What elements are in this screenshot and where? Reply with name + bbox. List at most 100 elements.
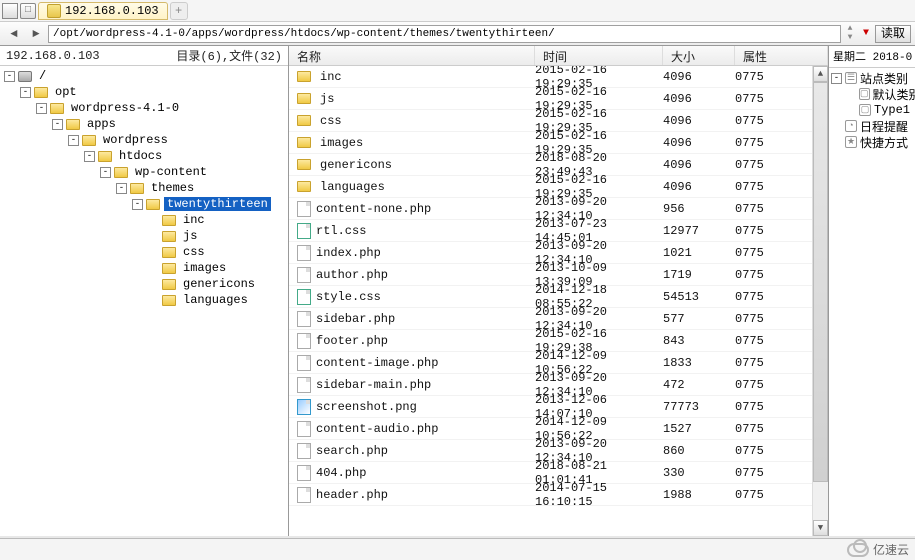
col-time[interactable]: 时间 <box>535 46 663 65</box>
vertical-scrollbar[interactable]: ▲ ▼ <box>812 66 828 536</box>
tree-node[interactable]: -/ <box>0 68 288 84</box>
file-name: content-audio.php <box>316 422 438 436</box>
folder-icon <box>297 137 311 148</box>
tree-toggle-icon[interactable]: - <box>116 183 127 194</box>
tree-label[interactable]: css <box>180 245 208 259</box>
tree-toggle-icon[interactable] <box>148 279 159 290</box>
file-icon <box>297 245 311 261</box>
file-size: 1021 <box>663 246 735 260</box>
tree-toggle-icon[interactable]: - <box>84 151 95 162</box>
file-pane: 名称 时间 大小 属性 inc2015-02-16 19:29:35409607… <box>289 46 829 536</box>
col-size[interactable]: 大小 <box>663 46 735 65</box>
file-row[interactable]: header.php2014-07-15 16:10:1519880775 <box>289 484 828 506</box>
tree-node[interactable]: inc <box>0 212 288 228</box>
tree-toggle-icon[interactable]: - <box>52 119 63 130</box>
tree-label[interactable]: wordpress <box>100 133 171 147</box>
column-header[interactable]: 名称 时间 大小 属性 <box>289 46 828 66</box>
tree-node[interactable]: - twentythirteen <box>0 196 288 212</box>
file-icon <box>297 355 311 371</box>
connection-tab[interactable]: 192.168.0.103 <box>38 2 168 20</box>
file-size: 1988 <box>663 488 735 502</box>
tree-label[interactable]: languages <box>180 293 251 307</box>
tree-toggle-icon[interactable] <box>148 231 159 242</box>
file-time: 2014-07-15 16:10:15 <box>535 481 663 509</box>
path-stepper[interactable]: ▲▼ <box>843 25 857 43</box>
tree-toggle-icon[interactable]: - <box>100 167 111 178</box>
tree-label[interactable]: js <box>180 229 200 243</box>
tree-label[interactable]: wordpress-4.1-0 <box>68 101 182 115</box>
tree-label[interactable]: inc <box>180 213 208 227</box>
pin-icon[interactable]: □ <box>20 3 36 19</box>
tree-toggle-icon[interactable]: - <box>36 103 47 114</box>
tree-label[interactable]: opt <box>52 85 80 99</box>
file-name: css <box>320 114 342 128</box>
file-icon <box>297 443 311 459</box>
col-attr[interactable]: 属性 <box>735 46 828 65</box>
tab-label: 192.168.0.103 <box>65 4 159 18</box>
tree-toggle-icon[interactable]: - <box>831 73 842 84</box>
tree-label[interactable]: images <box>180 261 229 275</box>
new-tab-button[interactable]: + <box>170 2 188 20</box>
tree-toggle-icon[interactable] <box>148 295 159 306</box>
right-tree-item[interactable]: ▢默认类别 <box>831 86 913 102</box>
right-header: 星期二 2018-0 <box>829 46 915 68</box>
path-dropdown-icon[interactable]: ▼ <box>859 28 873 39</box>
tree-label[interactable]: twentythirteen <box>164 197 271 211</box>
tree-node[interactable]: - apps <box>0 116 288 132</box>
tree-toggle-icon[interactable]: - <box>20 87 31 98</box>
directory-tree[interactable]: -/-opt-wordpress-4.1-0-apps-wordpress-ht… <box>0 66 288 536</box>
scroll-up-icon[interactable]: ▲ <box>813 66 828 82</box>
path-input[interactable]: /opt/wordpress-4.1-0/apps/wordpress/htdo… <box>48 25 841 43</box>
forward-button[interactable]: ► <box>26 25 46 43</box>
tree-node[interactable]: - wordpress-4.1-0 <box>0 100 288 116</box>
folder-icon <box>162 263 176 274</box>
tree-toggle-icon[interactable]: - <box>132 199 143 210</box>
right-tree[interactable]: -☰站点类别▢默认类别▢Type1◔日程提醒★快捷方式 <box>829 68 915 152</box>
right-tree-item[interactable]: ▢Type1 <box>831 102 913 118</box>
tree-label[interactable]: wp-content <box>132 165 210 179</box>
tree-node[interactable]: - themes <box>0 180 288 196</box>
tree-node[interactable]: - htdocs <box>0 148 288 164</box>
tree-node[interactable]: - wordpress <box>0 132 288 148</box>
file-name: languages <box>320 180 385 194</box>
col-name[interactable]: 名称 <box>289 46 535 65</box>
read-button[interactable]: 读取 <box>875 25 911 43</box>
tree-node[interactable]: languages <box>0 292 288 308</box>
scroll-thumb[interactable] <box>813 82 828 482</box>
folder-icon <box>162 279 176 290</box>
window-icon[interactable] <box>2 3 18 19</box>
right-tree-item[interactable]: -☰站点类别 <box>831 70 913 86</box>
scroll-down-icon[interactable]: ▼ <box>813 520 828 536</box>
file-size: 77773 <box>663 400 735 414</box>
file-list[interactable]: inc2015-02-16 19:29:3540960775js2015-02-… <box>289 66 828 536</box>
file-name: footer.php <box>316 334 388 348</box>
tree-label[interactable]: themes <box>148 181 197 195</box>
tree-toggle-icon[interactable] <box>148 263 159 274</box>
tree-node[interactable]: - wp-content <box>0 164 288 180</box>
tree-node[interactable]: js <box>0 228 288 244</box>
left-header: 192.168.0.103 目录(6),文件(32) <box>0 46 288 66</box>
folder-icon <box>297 71 311 82</box>
tree-toggle-icon[interactable]: - <box>68 135 79 146</box>
file-name: inc <box>320 70 342 84</box>
tree-node[interactable]: images <box>0 260 288 276</box>
tree-label[interactable]: htdocs <box>116 149 165 163</box>
tree-label[interactable]: / <box>36 69 49 83</box>
tree-toggle-icon[interactable]: - <box>4 71 15 82</box>
tree-node[interactable]: css <box>0 244 288 260</box>
tree-node[interactable]: - opt <box>0 84 288 100</box>
tree-label[interactable]: genericons <box>180 277 258 291</box>
tree-toggle-icon[interactable] <box>148 215 159 226</box>
folder-icon <box>98 151 112 162</box>
right-tree-item[interactable]: ◔日程提醒 <box>831 118 913 134</box>
main-area: 192.168.0.103 目录(6),文件(32) -/-opt-wordpr… <box>0 46 915 536</box>
file-size: 1527 <box>663 422 735 436</box>
tree-label[interactable]: apps <box>84 117 119 131</box>
computer-icon <box>18 71 32 82</box>
back-button[interactable]: ◄ <box>4 25 24 43</box>
tree-node[interactable]: genericons <box>0 276 288 292</box>
tree-toggle-icon[interactable] <box>148 247 159 258</box>
file-name: author.php <box>316 268 388 282</box>
folder-icon <box>50 103 64 114</box>
right-tree-item[interactable]: ★快捷方式 <box>831 134 913 150</box>
